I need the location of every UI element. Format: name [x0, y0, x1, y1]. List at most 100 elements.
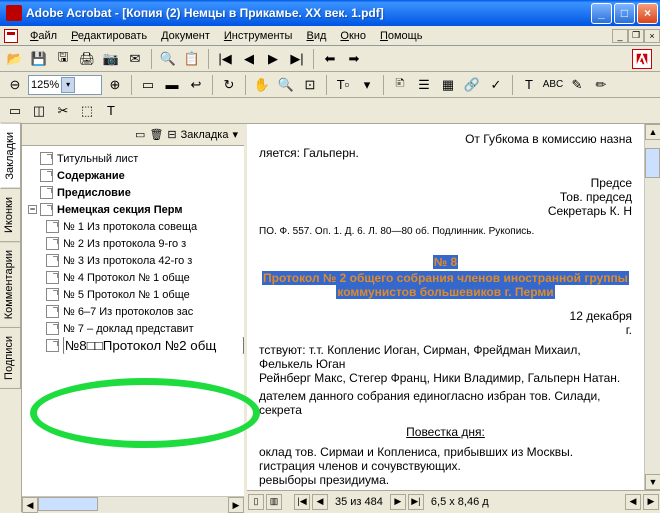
object-button[interactable]: ◫: [28, 100, 50, 122]
pencil-button[interactable]: ✏: [590, 74, 612, 96]
loupe-button[interactable]: ⊡: [299, 74, 321, 96]
window-close-button[interactable]: ×: [637, 3, 658, 24]
print-button[interactable]: 🖨: [76, 48, 98, 70]
bookmark-label: Немецкая секция Перм: [57, 204, 183, 216]
save-as-button[interactable]: 🖫: [52, 48, 74, 70]
zoom-out-button[interactable]: ⊖: [4, 74, 26, 96]
status-next-page-button[interactable]: ▶: [390, 494, 406, 510]
bookmark-item[interactable]: [28, 337, 244, 354]
open-button[interactable]: 📂: [4, 48, 26, 70]
rotate-button[interactable]: ↻: [218, 74, 240, 96]
scan-button[interactable]: 📷: [100, 48, 122, 70]
search-button[interactable]: 🔍: [157, 48, 179, 70]
spell-button[interactable]: ABC: [542, 74, 564, 96]
status-hscroll-left-icon[interactable]: ◀: [625, 494, 641, 510]
hand-tool-button[interactable]: ✋: [251, 74, 273, 96]
bookmark-label: Содержание: [57, 170, 125, 182]
bookmark-item[interactable]: № 1 Из протокола совеща: [28, 218, 244, 235]
touchup-text-button[interactable]: T: [100, 100, 122, 122]
delete-bookmark-icon[interactable]: 🗑: [149, 128, 163, 141]
tab-icons[interactable]: Иконки: [0, 188, 21, 242]
menu-document[interactable]: Документ: [155, 28, 216, 44]
bookmark-page-icon: [46, 305, 59, 318]
bookmark-rename-input[interactable]: [63, 337, 244, 354]
status-last-page-button[interactable]: ▶|: [408, 494, 424, 510]
note-button[interactable]: 🗈: [389, 74, 411, 96]
page-layout-cont-icon[interactable]: ▥: [266, 494, 282, 510]
mdi-restore-button[interactable]: ❐: [628, 29, 644, 43]
fit-width-button[interactable]: ▬: [161, 74, 183, 96]
tree-collapse-icon[interactable]: −: [28, 205, 37, 214]
bookmark-tree-icon[interactable]: ⊟: [167, 128, 176, 141]
bookmark-item[interactable]: Предисловие: [28, 184, 244, 201]
doc-text: Рейнберг Макс, Стегер Франц, Ники Владим…: [259, 371, 620, 385]
zoom-tool-button[interactable]: 🔍: [275, 74, 297, 96]
bookmarks-hscrollbar[interactable]: ◀ ▶: [22, 496, 244, 512]
bookmark-item[interactable]: № 4 Протокол № 1 обще: [28, 269, 244, 286]
menu-window[interactable]: Окно: [334, 28, 372, 44]
tab-signatures[interactable]: Подписи: [0, 327, 21, 389]
scroll-right-icon[interactable]: ▶: [228, 497, 244, 513]
bookmarks-menu-arrow[interactable]: ▾: [232, 128, 238, 141]
status-hscroll-right-icon[interactable]: ▶: [643, 494, 659, 510]
doc-text: Тов. председ: [560, 190, 632, 204]
highlight-button[interactable]: T: [518, 74, 540, 96]
prev-page-button[interactable]: ◀: [238, 48, 260, 70]
document-page[interactable]: От Губкома в комиссию назна ляется: Галь…: [247, 124, 644, 490]
status-first-page-button[interactable]: |◀: [294, 494, 310, 510]
crop-button[interactable]: ✂: [52, 100, 74, 122]
scroll-down-icon[interactable]: ▼: [645, 474, 660, 490]
sign-button[interactable]: ✎: [566, 74, 588, 96]
pointer-button[interactable]: ▭: [4, 100, 26, 122]
scroll-thumb[interactable]: [645, 148, 660, 178]
text-select-button[interactable]: T▫: [332, 74, 354, 96]
doc-text: дателем данного собрания единогласно изб…: [259, 389, 600, 417]
select-arrow-icon[interactable]: ▾: [356, 74, 378, 96]
zoom-combo[interactable]: 125% ▾: [28, 75, 102, 95]
bookmark-item[interactable]: № 5 Протокол № 1 обще: [28, 286, 244, 303]
bookmark-item[interactable]: № 3 Из протокола 42-го з: [28, 252, 244, 269]
reflow-button[interactable]: ↩: [185, 74, 207, 96]
find-button[interactable]: 📋: [181, 48, 203, 70]
menu-view[interactable]: Вид: [300, 28, 332, 44]
mdi-minimize-button[interactable]: _: [612, 29, 628, 43]
bookmark-item[interactable]: № 2 Из протокола 9-го з: [28, 235, 244, 252]
form-button[interactable]: ☰: [413, 74, 435, 96]
menu-help[interactable]: Помощь: [374, 28, 429, 44]
mdi-close-button[interactable]: ×: [644, 29, 660, 43]
back-button[interactable]: ⬅: [319, 48, 341, 70]
scroll-up-icon[interactable]: ▲: [645, 124, 660, 140]
link-button[interactable]: 🔗: [461, 74, 483, 96]
status-prev-page-button[interactable]: ◀: [312, 494, 328, 510]
email-button[interactable]: ✉: [124, 48, 146, 70]
article-button[interactable]: ▦: [437, 74, 459, 96]
tab-bookmarks[interactable]: Закладки: [0, 123, 21, 189]
fit-page-button[interactable]: ▭: [137, 74, 159, 96]
document-vscrollbar[interactable]: ▲ ▼: [644, 124, 660, 490]
tab-comments[interactable]: Комментарии: [0, 241, 21, 328]
touchup-button[interactable]: ⬚: [76, 100, 98, 122]
save-button[interactable]: 💾: [28, 48, 50, 70]
bookmark-item[interactable]: Титульный лист: [28, 150, 244, 167]
scroll-thumb[interactable]: [38, 497, 98, 511]
first-page-button[interactable]: |◀: [214, 48, 236, 70]
bookmark-item[interactable]: − Немецкая секция Перм: [28, 201, 244, 218]
menu-tools[interactable]: Инструменты: [218, 28, 299, 44]
page-layout-single-icon[interactable]: ▯: [248, 494, 264, 510]
new-bookmark-icon[interactable]: ▭: [135, 128, 145, 141]
next-page-button[interactable]: ▶: [262, 48, 284, 70]
page-number-field[interactable]: 35 из 484: [329, 496, 389, 508]
menu-edit[interactable]: Редактировать: [65, 28, 153, 44]
zoom-in-button[interactable]: ⊕: [104, 74, 126, 96]
stamp-button[interactable]: ✓: [485, 74, 507, 96]
bookmark-item[interactable]: № 6–7 Из протоколов зас: [28, 303, 244, 320]
bookmark-item[interactable]: Содержание: [28, 167, 244, 184]
window-minimize-button[interactable]: _: [591, 3, 612, 24]
forward-button[interactable]: ➡: [343, 48, 365, 70]
dropdown-icon[interactable]: ▾: [61, 77, 75, 93]
window-maximize-button[interactable]: □: [614, 3, 635, 24]
menu-file[interactable]: Файл: [24, 28, 63, 44]
bookmark-item[interactable]: № 7 – доклад представит: [28, 320, 244, 337]
scroll-left-icon[interactable]: ◀: [22, 497, 38, 513]
last-page-button[interactable]: ▶|: [286, 48, 308, 70]
